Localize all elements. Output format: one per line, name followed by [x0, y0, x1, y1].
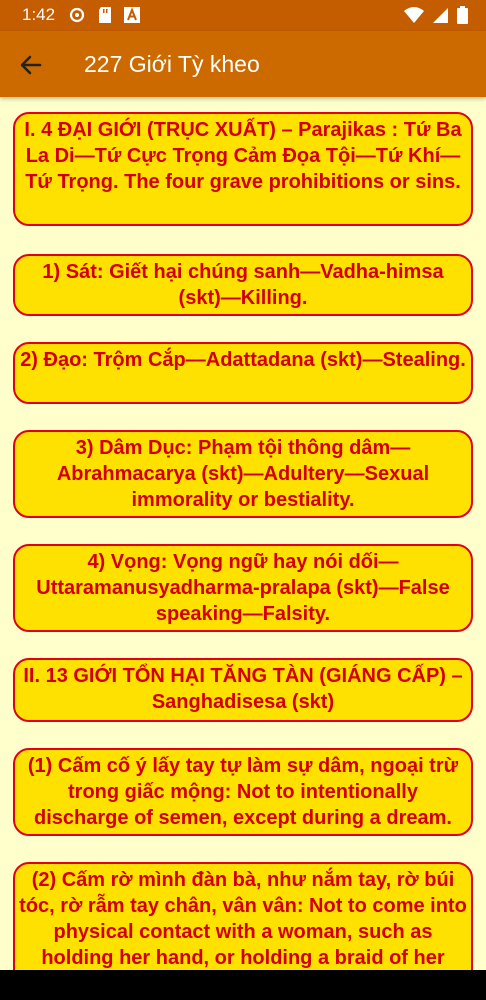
list-item-text: (1) Cấm cố ý lấy tay tự làm sự dâm, ngoạ… — [27, 755, 459, 829]
rules-list[interactable]: I. 4 ĐẠI GIỚI (TRỤC XUẤT) – Parajikas : … — [0, 97, 486, 970]
arrow-left-icon[interactable] — [16, 50, 46, 80]
list-item[interactable]: 2) Đạo: Trộm Cắp—Adattadana (skt)—Steali… — [13, 342, 473, 404]
list-item[interactable]: (2) Cấm rờ mình đàn bà, như nắm tay, rờ … — [13, 862, 473, 970]
navigation-bar — [0, 970, 486, 1000]
battery-icon — [457, 6, 468, 24]
list-item[interactable]: 4) Vọng: Vọng ngữ hay nói dối—Uttaramanu… — [13, 544, 473, 632]
app-bar: 227 Giới Tỳ kheo — [0, 31, 486, 97]
wifi-icon — [404, 6, 424, 23]
list-item[interactable]: I. 4 ĐẠI GIỚI (TRỤC XUẤT) – Parajikas : … — [13, 112, 473, 226]
status-time: 1:42 — [22, 5, 56, 24]
list-item[interactable]: 1) Sát: Giết hại chúng sanh—Vadha-himsa … — [13, 254, 473, 316]
list-item-text: (2) Cấm rờ mình đàn bà, như nắm tay, rờ … — [19, 869, 467, 969]
page-title: 227 Giới Tỳ kheo — [84, 51, 260, 77]
list-item-text: II. 13 GIỚI TỔN HẠI TĂNG TÀN (GIÁNG CẤP)… — [23, 665, 463, 713]
list-item-text: 1) Sát: Giết hại chúng sanh—Vadha-himsa … — [42, 261, 444, 309]
list-item-text: 4) Vọng: Vọng ngữ hay nói dối—Uttaramanu… — [36, 551, 450, 625]
status-bar: 1:42 — [0, 0, 486, 31]
list-item-text: I. 4 ĐẠI GIỚI (TRỤC XUẤT) – Parajikas : … — [24, 119, 462, 193]
list-item[interactable]: (1) Cấm cố ý lấy tay tự làm sự dâm, ngoạ… — [13, 748, 473, 836]
list-item-text: 2) Đạo: Trộm Cắp—Adattadana (skt)—Steali… — [20, 349, 466, 371]
section-header[interactable]: II. 13 GIỚI TỔN HẠI TĂNG TÀN (GIÁNG CẤP)… — [13, 658, 473, 722]
sd-card-icon — [99, 7, 111, 23]
text-a-icon — [124, 7, 140, 23]
settings-icon — [69, 7, 85, 23]
signal-icon — [433, 7, 448, 23]
system-icons — [404, 6, 468, 24]
list-item-text: 3) Dâm Dục: Phạm tội thông dâm—Abrahmaca… — [56, 437, 430, 511]
notification-icons — [68, 6, 140, 24]
list-item[interactable]: 3) Dâm Dục: Phạm tội thông dâm—Abrahmaca… — [13, 430, 473, 518]
